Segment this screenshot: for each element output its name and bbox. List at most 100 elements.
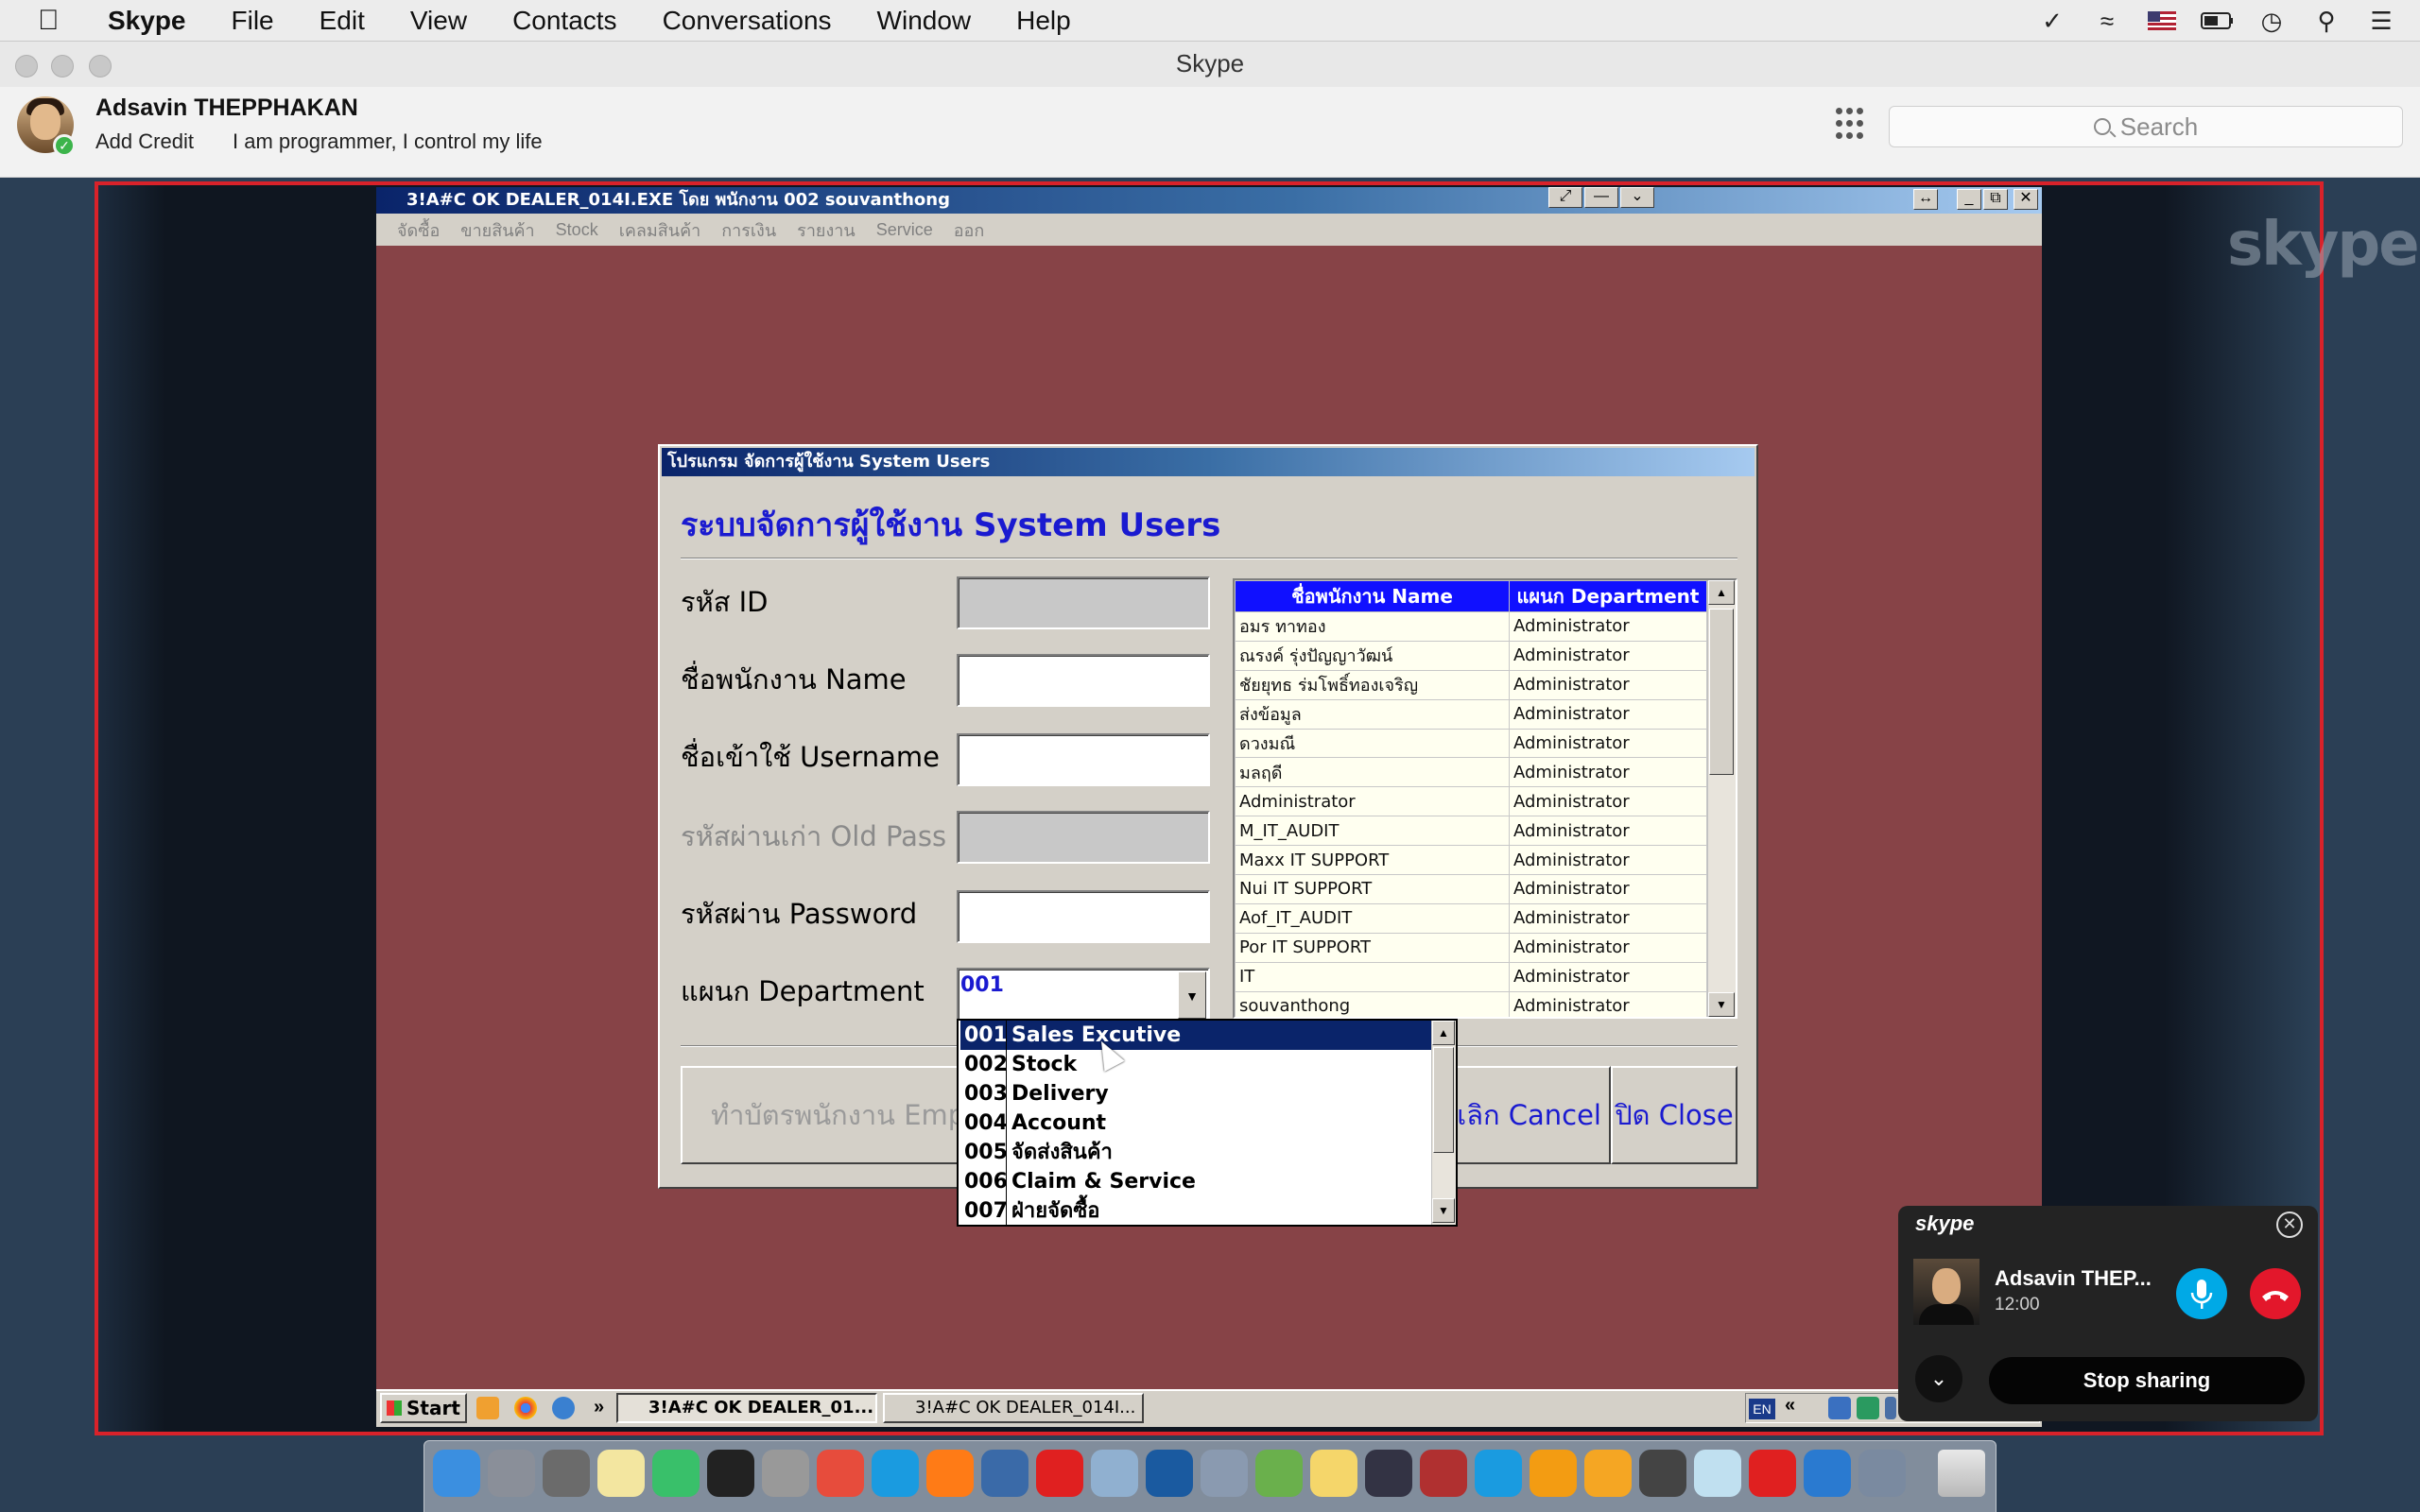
system-preferences-icon[interactable]: [543, 1450, 590, 1497]
name-field[interactable]: [957, 654, 1210, 707]
stop-sharing-button[interactable]: Stop sharing: [1989, 1357, 2305, 1404]
github-icon[interactable]: [1639, 1450, 1686, 1497]
grid-row[interactable]: Maxx IT SUPPORT Administrator: [1235, 845, 1707, 876]
remote-menu-stock[interactable]: Stock: [556, 220, 598, 240]
finder-icon[interactable]: [433, 1450, 480, 1497]
preview-icon[interactable]: [1858, 1450, 1906, 1497]
cancel-button[interactable]: ยกเลิก Cancel: [1448, 1066, 1611, 1164]
grid-row[interactable]: IT Administrator: [1235, 961, 1707, 992]
menu-contacts[interactable]: Contacts: [512, 6, 617, 36]
id-field[interactable]: [957, 576, 1210, 629]
tray-app-icon[interactable]: [1857, 1397, 1879, 1419]
mood-message[interactable]: I am programmer, I control my life: [233, 129, 543, 154]
atom-icon[interactable]: [652, 1450, 700, 1497]
password-field[interactable]: [957, 890, 1210, 943]
database-icon[interactable]: [1201, 1450, 1248, 1497]
remote-menu-service[interactable]: Service: [876, 220, 933, 240]
activity-monitor-icon[interactable]: [1365, 1450, 1412, 1497]
stickies-icon[interactable]: [1310, 1450, 1357, 1497]
dropdown-arrow-icon[interactable]: ▼: [1178, 971, 1206, 1019]
grid-scroll-thumb[interactable]: [1709, 609, 1734, 775]
hang-up-icon[interactable]: [2250, 1268, 2301, 1319]
tray-monitor-icon[interactable]: [1885, 1397, 1896, 1419]
menu-file[interactable]: File: [232, 6, 274, 36]
notification-list-icon[interactable]: ☰: [2365, 7, 2397, 35]
add-credit-link[interactable]: Add Credit: [95, 129, 194, 154]
wifi-explorer-icon[interactable]: [1694, 1450, 1741, 1497]
dropdown-option[interactable]: 005 จัดส่งสินค้า: [960, 1138, 1433, 1167]
dropdown-scroll-thumb[interactable]: [1433, 1047, 1454, 1153]
department-dropdown-list[interactable]: 001 Sales Excutive 002 Stock 003 Delivery 004 A…: [957, 1019, 1458, 1227]
checkmark-status-icon[interactable]: ✓: [2036, 7, 2068, 35]
wifi-icon[interactable]: ≈: [2091, 7, 2123, 35]
spotlight-search-icon[interactable]: ⚲: [2310, 7, 2342, 35]
android-studio-icon[interactable]: [1255, 1450, 1303, 1497]
notes-icon[interactable]: [597, 1450, 645, 1497]
close-button[interactable]: ปิด Close: [1611, 1066, 1737, 1164]
tray-expand-icon[interactable]: «: [1785, 1395, 1800, 1418]
grid-row[interactable]: M_IT_AUDIT Administrator: [1235, 816, 1707, 847]
menu-conversations[interactable]: Conversations: [663, 6, 832, 36]
remote-menu-finance[interactable]: การเงิน: [721, 216, 776, 244]
grid-row[interactable]: Aof_IT_AUDIT Administrator: [1235, 902, 1707, 934]
dictionary-icon[interactable]: [1420, 1450, 1467, 1497]
remote-toolbar-chevron-icon[interactable]: ⌄: [1620, 187, 1654, 208]
apple-icon[interactable]: : [38, 5, 70, 37]
taskbar-task-2[interactable]: 3!A#C OK DEALER_014I...: [883, 1393, 1144, 1423]
search-input[interactable]: Search: [1889, 106, 2403, 147]
grid-header-name[interactable]: ชื่อพนักงาน Name: [1235, 580, 1510, 612]
vscode-icon[interactable]: [1146, 1450, 1193, 1497]
taskbar-task-1[interactable]: 3!A#C OK DEALER_01...: [616, 1393, 877, 1423]
grid-row[interactable]: ชัยยุทธ ร่มโพธิ์ทองเจริญ Administrator: [1235, 669, 1707, 700]
close-icon[interactable]: ✕: [2276, 1211, 2303, 1238]
quicklaunch-folder-icon[interactable]: [476, 1397, 499, 1419]
grid-row[interactable]: ดวงมณี Administrator: [1235, 728, 1707, 759]
dropdown-scroll-up-icon[interactable]: ▲: [1432, 1021, 1455, 1045]
grid-row[interactable]: souvanthong Administrator: [1235, 990, 1707, 1017]
remote-menu-sales[interactable]: ขายสินค้า: [460, 216, 534, 244]
remote-restore-button[interactable]: ⧉: [1983, 189, 2008, 210]
grid-row[interactable]: Por IT SUPPORT Administrator: [1235, 932, 1707, 963]
grid-row[interactable]: Nui IT SUPPORT Administrator: [1235, 874, 1707, 904]
quicklaunch-chrome-icon[interactable]: [514, 1397, 537, 1419]
dropdown-option[interactable]: 002 Stock: [960, 1050, 1433, 1079]
grid-scroll-up-icon[interactable]: ▲: [1708, 580, 1735, 605]
chevron-down-icon[interactable]: ⌄: [1915, 1355, 1962, 1402]
start-button[interactable]: Start: [380, 1393, 467, 1423]
dropdown-option[interactable]: 003 Delivery: [960, 1079, 1433, 1108]
menu-help[interactable]: Help: [1016, 6, 1071, 36]
trash-icon[interactable]: [1938, 1450, 1985, 1497]
virtualbox-icon[interactable]: [1091, 1450, 1138, 1497]
grid-scroll-down-icon[interactable]: ▼: [1708, 992, 1735, 1017]
menu-app-skype[interactable]: Skype: [108, 6, 186, 36]
launchpad-icon[interactable]: [488, 1450, 535, 1497]
menu-edit[interactable]: Edit: [320, 6, 365, 36]
username-field[interactable]: [957, 733, 1210, 786]
grid-row[interactable]: Administrator Administrator: [1235, 786, 1707, 817]
menu-view[interactable]: View: [410, 6, 467, 36]
filezilla-icon[interactable]: [1749, 1450, 1796, 1497]
tray-network-icon[interactable]: [1828, 1397, 1851, 1419]
battery-icon[interactable]: [2201, 8, 2233, 34]
grid-row[interactable]: มลฤดี Administrator: [1235, 757, 1707, 788]
sequel-pro-icon[interactable]: [762, 1450, 809, 1497]
sourcetree-icon[interactable]: [1584, 1450, 1632, 1497]
xcode-icon[interactable]: [1804, 1450, 1851, 1497]
us-flag-icon[interactable]: [2146, 8, 2178, 34]
skype-icon[interactable]: [1475, 1450, 1522, 1497]
remote-resize-icon[interactable]: ↔: [1913, 189, 1938, 210]
remote-menu-exit[interactable]: ออก: [954, 216, 985, 244]
remote-toolbar-minimize-icon[interactable]: —: [1584, 187, 1618, 208]
remote-menu-purchase[interactable]: จัดซื้อ: [397, 216, 440, 244]
grid-row[interactable]: อมร ทาทอง Administrator: [1235, 611, 1707, 642]
clock-icon[interactable]: ◷: [2256, 7, 2288, 35]
remote-close-button[interactable]: ✕: [2014, 189, 2038, 210]
grid-row[interactable]: ส่งข้อมูล Administrator: [1235, 698, 1707, 730]
vlc-icon[interactable]: [1530, 1450, 1577, 1497]
grid-row[interactable]: ณรงค์ รุ่งปัญญาวัฒน์ Administrator: [1235, 640, 1707, 671]
dropdown-scroll-down-icon[interactable]: ▼: [1432, 1198, 1455, 1223]
remote-toolbar-fullscreen-icon[interactable]: ⤢: [1548, 187, 1582, 208]
remote-menu-report[interactable]: รายงาน: [797, 216, 856, 244]
safari-icon[interactable]: [872, 1450, 919, 1497]
dropdown-option[interactable]: 006 Claim & Service: [960, 1167, 1433, 1196]
